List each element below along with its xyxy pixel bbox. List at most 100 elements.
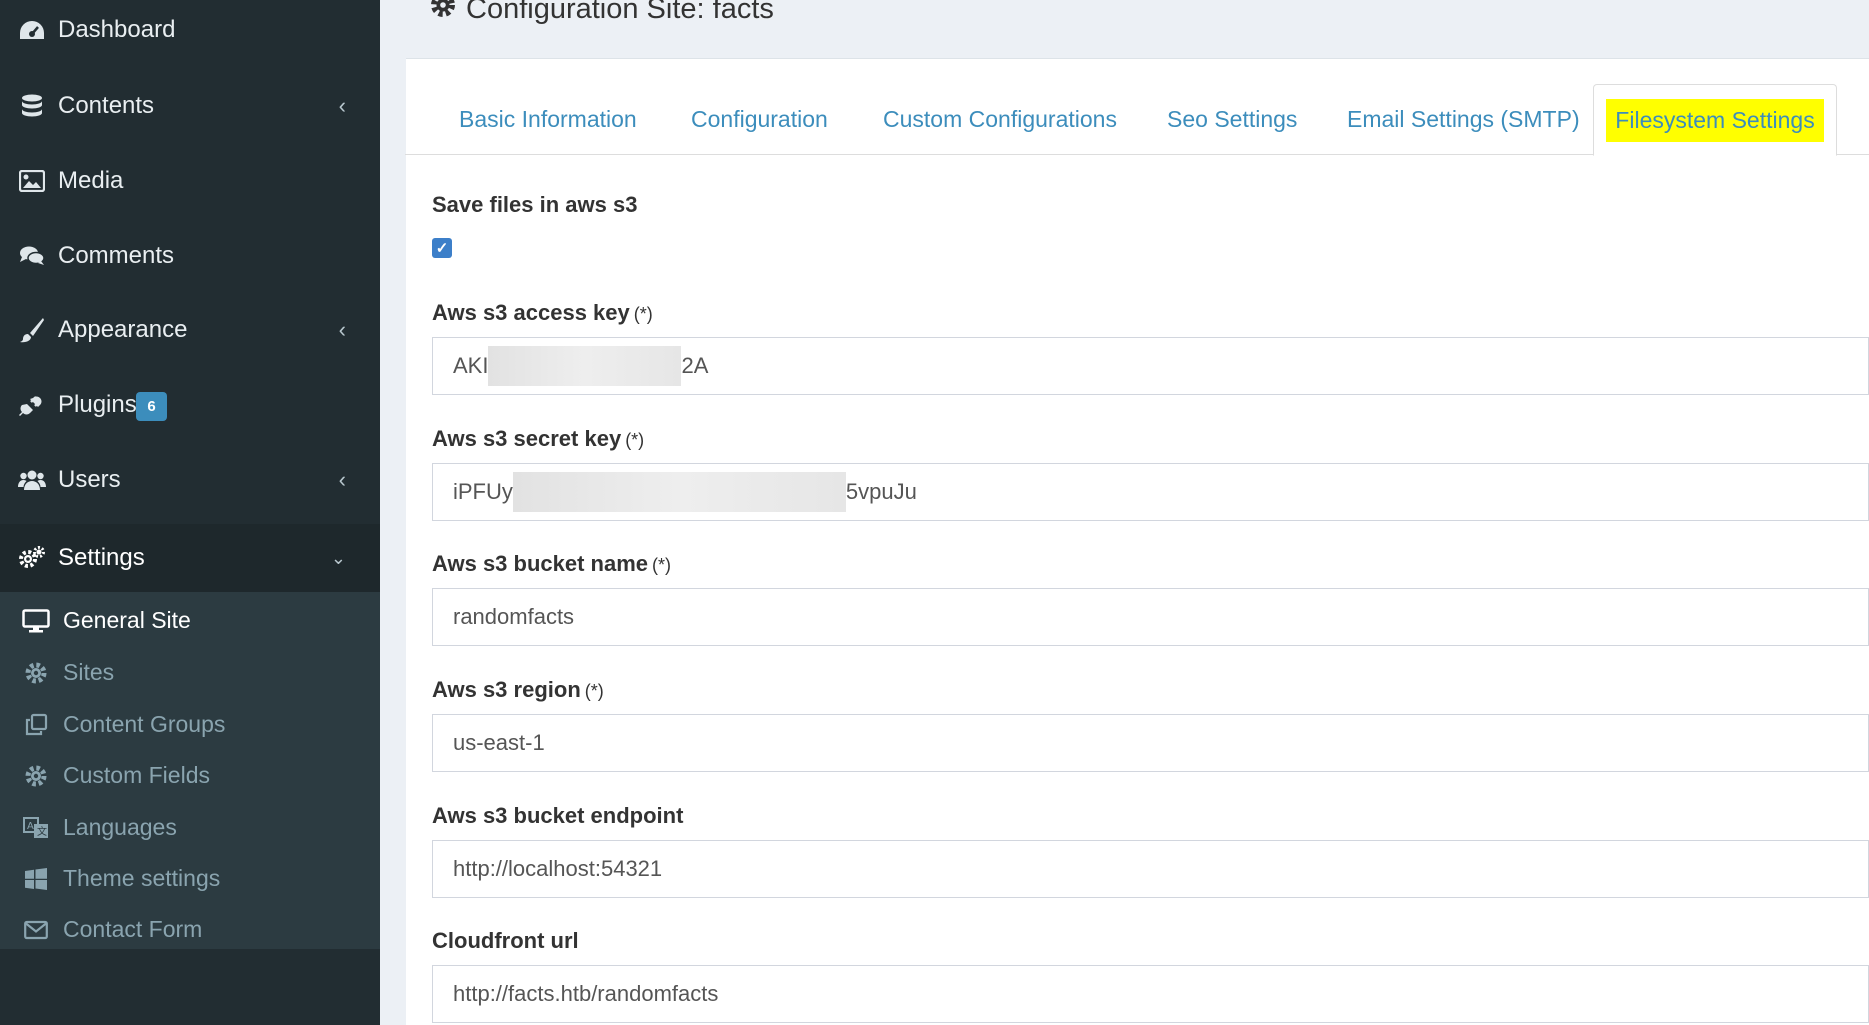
submenu-item-content-groups[interactable]: Content Groups (0, 699, 380, 750)
tab-label: Configuration (691, 106, 828, 132)
input-value: http://facts.htb/randomfacts (453, 981, 719, 1006)
field-label-text: Aws s3 bucket name (432, 551, 649, 576)
plugins-count-badge: 6 (136, 392, 167, 421)
field-label-text: Aws s3 region (432, 677, 581, 702)
gear-icon (430, 0, 456, 26)
access-key-label: Aws s3 access key (*) (432, 300, 653, 326)
sidebar-item-appearance[interactable]: Appearance ‹ (0, 300, 380, 360)
windows-icon (22, 865, 50, 893)
sidebar: Dashboard Contents ‹ Media Comments Appe… (0, 0, 380, 1025)
access-key-input[interactable]: AKI 2A (432, 337, 1869, 395)
input-value-end: 5vpuJu (845, 479, 917, 504)
input-value-end: 2A (681, 353, 709, 378)
desktop-icon (22, 607, 50, 635)
tab-label: Basic Information (459, 106, 637, 132)
sidebar-item-settings[interactable]: Settings ⌄ (0, 524, 380, 592)
required-mark: (*) (584, 681, 604, 701)
required-mark: (*) (625, 430, 645, 450)
tab-label: Filesystem Settings (1606, 98, 1824, 142)
tab-filesystem-settings[interactable]: Filesystem Settings (1593, 84, 1837, 156)
envelope-icon (22, 916, 50, 944)
tab-seo-settings[interactable]: Seo Settings (1167, 84, 1297, 155)
submenu-item-sites[interactable]: Sites (0, 647, 380, 698)
bucket-endpoint-label: Aws s3 bucket endpoint (432, 803, 683, 829)
svg-text:A: A (27, 821, 34, 832)
required-mark: (*) (633, 304, 653, 324)
save-s3-label: Save files in aws s3 (432, 192, 638, 217)
bucket-endpoint-input[interactable]: http://localhost:54321 (432, 840, 1869, 898)
gears-icon (18, 544, 46, 572)
gear-icon (22, 762, 50, 790)
field-label-text: Cloudfront url (432, 928, 579, 953)
tab-email-settings[interactable]: Email Settings (SMTP) (1347, 84, 1580, 155)
submenu-item-theme-settings[interactable]: Theme settings (0, 853, 380, 904)
field-label-text: Aws s3 secret key (432, 426, 622, 451)
sidebar-item-media[interactable]: Media (0, 151, 380, 211)
submenu-item-languages[interactable]: A文 Languages (0, 802, 380, 853)
sidebar-item-label: Plugins (58, 391, 137, 418)
sidebar-item-label: Users (58, 466, 121, 493)
region-input[interactable]: us-east-1 (432, 714, 1869, 772)
cloudfront-url-label: Cloudfront url (432, 928, 579, 954)
redaction-blur (488, 346, 682, 386)
submenu-item-label: Custom Fields (63, 762, 210, 788)
sidebar-item-label: Settings (58, 544, 145, 571)
chevron-left-icon: ‹ (338, 317, 346, 342)
settings-submenu: General Site Sites Content Groups Custom… (0, 592, 380, 949)
sidebar-item-label: Contents (58, 92, 155, 119)
gear-icon (22, 659, 50, 687)
tab-label: Seo Settings (1167, 106, 1298, 132)
sidebar-item-dashboard[interactable]: Dashboard (0, 0, 380, 60)
tab-label: Email Settings (SMTP) (1347, 106, 1580, 132)
users-icon (18, 466, 46, 494)
sidebar-item-comments[interactable]: Comments (0, 226, 380, 286)
save-s3-checkbox[interactable]: ✓ (432, 238, 452, 258)
language-icon: A文 (22, 814, 50, 842)
sidebar-item-plugins[interactable]: Plugins 6 (0, 375, 380, 435)
comments-icon (18, 242, 46, 270)
secret-key-input[interactable]: iPFUy 5vpuJu (432, 463, 1869, 521)
field-label-text: Aws s3 access key (432, 300, 630, 325)
input-value: us-east-1 (453, 730, 545, 755)
input-value: http://localhost:54321 (453, 856, 663, 881)
sidebar-item-label: Comments (58, 242, 175, 269)
tab-basic-information[interactable]: Basic Information (459, 84, 637, 155)
submenu-item-label: Theme settings (63, 865, 221, 891)
sidebar-item-label: Media (58, 167, 124, 194)
input-value-start: AKI (453, 353, 489, 378)
submenu-item-general-site[interactable]: General Site (0, 595, 380, 646)
submenu-item-contact-form[interactable]: Contact Form (0, 904, 380, 955)
sidebar-item-contents[interactable]: Contents ‹ (0, 76, 380, 136)
chevron-left-icon: ‹ (338, 93, 346, 118)
redaction-blur (512, 472, 846, 512)
submenu-item-custom-fields[interactable]: Custom Fields (0, 750, 380, 801)
paintbrush-icon (18, 316, 46, 344)
plug-icon (18, 391, 46, 419)
chevron-down-icon: ⌄ (330, 547, 346, 568)
page-title: Configuration Site: facts (430, 0, 774, 26)
tab-configuration[interactable]: Configuration (691, 84, 828, 155)
input-value-start: iPFUy (453, 479, 513, 504)
clone-icon (22, 711, 50, 739)
cloudfront-url-input[interactable]: http://facts.htb/randomfacts (432, 965, 1869, 1023)
region-label: Aws s3 region (*) (432, 677, 604, 703)
submenu-item-label: Sites (63, 659, 115, 685)
image-icon (18, 167, 46, 195)
sidebar-item-label: Dashboard (58, 16, 176, 43)
chevron-left-icon: ‹ (338, 467, 346, 492)
settings-tabs: Basic Information Configuration Custom C… (405, 84, 1869, 156)
bucket-name-label: Aws s3 bucket name (*) (432, 551, 671, 577)
svg-text:文: 文 (37, 825, 47, 838)
tab-custom-configurations[interactable]: Custom Configurations (883, 84, 1117, 155)
sidebar-item-label: Appearance (58, 316, 188, 343)
dashboard-icon (18, 16, 46, 44)
submenu-item-label: General Site (63, 607, 191, 633)
field-label-text: Aws s3 bucket endpoint (432, 803, 684, 828)
input-value: randomfacts (453, 604, 575, 629)
sidebar-item-users[interactable]: Users ‹ (0, 450, 380, 510)
page-title-text: Configuration Site: facts (466, 0, 774, 25)
bucket-name-input[interactable]: randomfacts (432, 588, 1869, 646)
database-icon (18, 92, 46, 120)
submenu-item-label: Languages (63, 814, 177, 840)
required-mark: (*) (652, 555, 672, 575)
